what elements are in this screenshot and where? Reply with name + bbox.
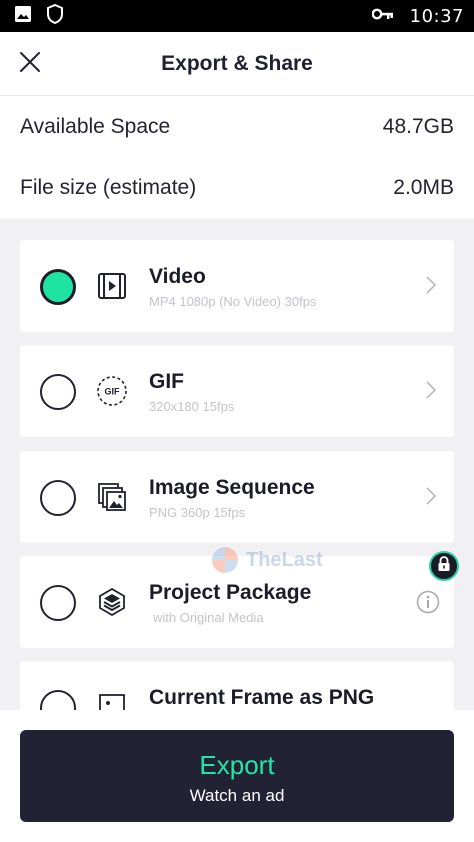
option-gif[interactable]: GIF GIF 320x180 15fps: [20, 345, 454, 437]
option-current-frame[interactable]: Current Frame as PNG: [20, 661, 454, 710]
radio-gif[interactable]: [40, 374, 76, 410]
svg-text:GIF: GIF: [105, 387, 121, 397]
video-icon: [96, 270, 128, 302]
watermark-logo-icon: [212, 547, 238, 573]
export-sublabel: Watch an ad: [189, 786, 285, 805]
status-bar: 10:37: [0, 0, 474, 32]
radio-image-sequence[interactable]: [40, 480, 76, 516]
file-size-row: File size (estimate) 2.0MB: [0, 158, 474, 218]
radio-video[interactable]: [40, 269, 76, 305]
available-space-row: Available Space 48.7GB: [0, 97, 474, 157]
status-time: 10:37: [409, 5, 464, 27]
option-title: Image Sequence: [149, 476, 315, 499]
option-title: Current Frame as PNG: [149, 686, 375, 709]
bottom-bar: Export Watch an ad: [0, 710, 474, 842]
option-title: Project Package: [149, 581, 312, 604]
radio-project-package[interactable]: [40, 585, 76, 621]
option-title: Video: [149, 265, 206, 288]
layers-icon: [96, 586, 128, 618]
option-subtitle: 320x180 15fps: [149, 399, 235, 414]
option-subtitle: PNG 360p 15fps: [149, 505, 246, 520]
available-space-label: Available Space: [20, 115, 171, 138]
lock-badge: [429, 551, 459, 581]
lock-icon: [437, 555, 451, 577]
shield-icon: [46, 3, 64, 29]
info-icon[interactable]: [416, 590, 440, 619]
radio-current-frame[interactable]: [40, 690, 76, 710]
watermark-text: TheLast: [246, 548, 323, 571]
gif-icon: GIF: [96, 375, 128, 407]
frame-icon: [96, 691, 128, 710]
image-sequence-icon: [96, 481, 128, 513]
watermark: TheLast: [210, 545, 323, 575]
key-icon: [371, 7, 394, 26]
chevron-right-icon[interactable]: [426, 487, 437, 510]
option-video[interactable]: Video MP4 1080p (No Video) 30fps: [20, 240, 454, 332]
chevron-right-icon[interactable]: [426, 381, 437, 404]
image-icon: [14, 5, 32, 28]
chevron-right-icon[interactable]: [426, 276, 437, 299]
option-title: GIF: [149, 370, 184, 393]
page-title: Export & Share: [161, 52, 313, 75]
option-subtitle: MP4 1080p (No Video) 30fps: [149, 294, 317, 309]
export-label: Export: [199, 750, 275, 780]
option-subtitle: with Original Media: [153, 610, 264, 625]
available-space-value: 48.7GB: [382, 115, 454, 138]
file-size-value: 2.0MB: [393, 176, 454, 199]
app-header: Export & Share: [0, 32, 474, 96]
export-button[interactable]: Export Watch an ad: [20, 730, 454, 822]
file-size-label: File size (estimate): [20, 176, 197, 199]
option-image-sequence[interactable]: Image Sequence PNG 360p 15fps: [20, 451, 454, 543]
export-options-list[interactable]: Video MP4 1080p (No Video) 30fps GIF GIF…: [0, 219, 474, 710]
